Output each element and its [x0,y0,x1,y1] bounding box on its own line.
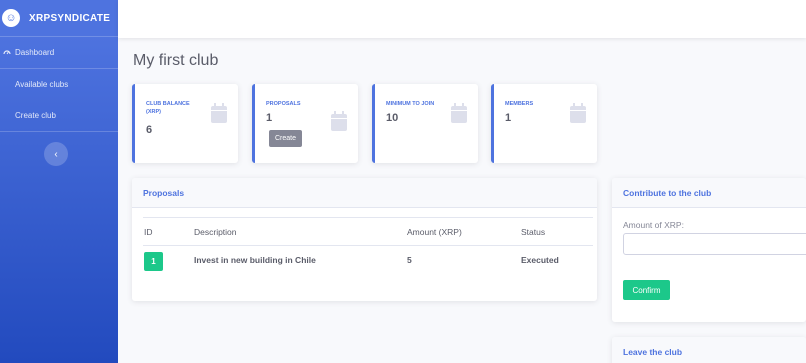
proposal-status: Executed [521,255,559,265]
proposals-card-title: Proposals [132,178,597,208]
stat-value: 1 [266,112,273,124]
table-divider [143,217,593,218]
sidebar-item-label: Create club [15,111,56,120]
stat-value: 1 [505,112,512,124]
confirm-button[interactable]: Confirm [623,280,670,300]
proposal-amount: 5 [407,255,412,265]
leave-card: Leave the club [612,337,806,363]
column-header-status: Status [521,227,546,237]
amount-label: Amount of XRP: [623,220,684,230]
brand-logo-icon: ☺ [2,9,20,27]
sidebar-toggle-button[interactable]: ‹ [44,142,68,166]
proposal-id-badge[interactable]: 1 [144,252,163,271]
stat-label: CLUB BALANCE (XRP) [146,101,190,115]
page-title: My first club [133,52,219,69]
sidebar-item-label: Available clubs [15,80,69,89]
stat-label: MEMBERS [505,101,534,107]
stat-label: MINIMUM TO JOIN [386,101,435,107]
stat-card-members: MEMBERS 1 [491,84,597,163]
stat-card-proposals: PROPOSALS 1 Create [252,84,358,163]
dashboard-icon [3,48,13,57]
proposals-card: Proposals ID Description Amount (XRP) St… [132,178,597,301]
calendar-icon [211,103,227,123]
table-divider [143,245,593,246]
contribute-card: Contribute to the club Amount of XRP: Co… [612,178,806,322]
proposal-description: Invest in new building in Chile [194,255,316,265]
stat-label: PROPOSALS [266,101,301,107]
brand-name: XRPSYNDICATE [29,12,111,24]
sidebar-divider [0,131,118,132]
topbar [118,0,806,38]
sidebar-item-label: Dashboard [15,48,55,57]
create-proposal-button[interactable]: Create [269,130,302,147]
calendar-icon [570,103,586,123]
sidebar-item-create-club[interactable]: Create club [0,100,118,131]
calendar-icon [331,111,347,131]
column-header-description: Description [194,227,237,237]
stat-value: 10 [386,112,399,124]
stat-value: 6 [146,124,153,136]
sidebar-item-available-clubs[interactable]: Available clubs [0,69,118,100]
sidebar: ☺ XRPSYNDICATE Dashboard Available clubs… [0,0,118,363]
leave-card-title: Leave the club [612,337,806,363]
column-header-amount: Amount (XRP) [407,227,462,237]
stat-card-club-balance: CLUB BALANCE (XRP) 6 [132,84,238,163]
sidebar-brand[interactable]: ☺ XRPSYNDICATE [0,0,118,36]
chevron-left-icon: ‹ [54,148,58,160]
stat-card-minimum-to-join: MINIMUM TO JOIN 10 [372,84,478,163]
amount-input[interactable] [623,233,806,255]
sidebar-item-dashboard[interactable]: Dashboard [0,37,118,68]
contribute-card-title: Contribute to the club [612,178,806,208]
calendar-icon [451,103,467,123]
column-header-id: ID [144,227,153,237]
